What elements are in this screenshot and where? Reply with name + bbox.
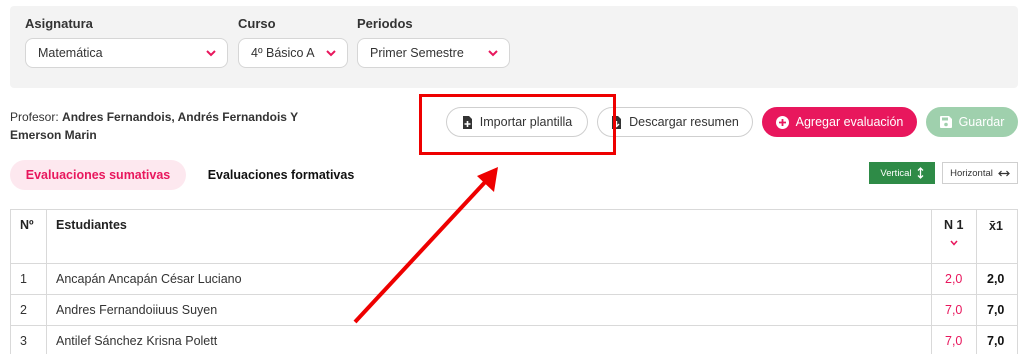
download-summary-label: Descargar resumen xyxy=(629,115,739,129)
table-row-average: 2,0 xyxy=(987,272,1005,286)
add-evaluation-button[interactable]: Agregar evaluación xyxy=(762,107,917,137)
table-divider xyxy=(976,209,977,354)
chevron-down-icon xyxy=(326,50,336,57)
save-button[interactable]: Guardar xyxy=(926,107,1018,137)
vertical-view-label: Vertical xyxy=(880,167,912,179)
table-divider xyxy=(10,294,1018,295)
column-header-students: Estudiantes xyxy=(56,218,127,232)
annotation-highlight-box xyxy=(419,94,616,155)
professor-prefix: Profesor: xyxy=(10,110,63,124)
table-row-number: 3 xyxy=(20,334,27,348)
column-header-number: Nº xyxy=(20,218,34,232)
course-select[interactable]: 4º Básico A xyxy=(238,38,348,68)
table-row-average: 7,0 xyxy=(987,334,1005,348)
table-divider xyxy=(46,209,47,354)
horizontal-view-button[interactable]: Horizontal xyxy=(942,162,1018,184)
arrows-horizontal-icon xyxy=(998,170,1010,176)
tab-formative-label: Evaluaciones formativas xyxy=(207,168,355,182)
subject-select[interactable]: Matemática xyxy=(25,38,228,68)
chevron-down-icon xyxy=(488,50,498,57)
table-row-number: 1 xyxy=(20,272,27,286)
table-row-grade[interactable]: 7,0 xyxy=(945,303,962,317)
table-row-number: 2 xyxy=(20,303,27,317)
horizontal-view-label: Horizontal xyxy=(950,167,993,179)
table-row-average: 7,0 xyxy=(987,303,1005,317)
period-select-value: Primer Semestre xyxy=(370,46,464,60)
course-label: Curso xyxy=(238,16,276,31)
download-summary-button[interactable]: Descargar resumen xyxy=(597,107,753,137)
tab-summative[interactable]: Evaluaciones sumativas xyxy=(10,160,186,190)
table-row-grade[interactable]: 2,0 xyxy=(945,272,962,286)
chevron-down-icon xyxy=(206,50,216,57)
table-row-grade[interactable]: 7,0 xyxy=(945,334,962,348)
period-select[interactable]: Primer Semestre xyxy=(357,38,510,68)
table-row-student: Andres Fernandoiiuus Suyen xyxy=(56,303,218,317)
arrows-vertical-icon xyxy=(917,167,924,179)
table-divider xyxy=(10,325,1018,326)
table-row-student: Antilef Sánchez Krisna Polett xyxy=(56,334,218,348)
plus-circle-icon xyxy=(775,115,789,129)
tab-formative[interactable]: Evaluaciones formativas xyxy=(196,160,366,190)
vertical-view-button[interactable]: Vertical xyxy=(869,162,935,184)
save-label: Guardar xyxy=(958,115,1005,129)
column-header-average: x̄1 xyxy=(989,219,1003,233)
save-disk-icon xyxy=(939,116,952,128)
tab-summative-label: Evaluaciones sumativas xyxy=(25,168,171,182)
table-divider xyxy=(10,263,1018,264)
table-row-student: Ancapán Ancapán César Luciano xyxy=(56,272,242,286)
subject-select-value: Matemática xyxy=(38,46,103,60)
add-evaluation-label: Agregar evaluación xyxy=(795,115,904,129)
chevron-down-icon[interactable] xyxy=(950,240,958,246)
period-label: Periodos xyxy=(357,16,413,31)
course-select-value: 4º Básico A xyxy=(251,46,315,60)
subject-label: Asignatura xyxy=(25,16,93,31)
professor-info: Profesor: Andres Fernandois, Andrés Fern… xyxy=(10,108,340,144)
table-divider xyxy=(931,209,932,354)
column-header-n1[interactable]: N 1 xyxy=(944,218,963,232)
